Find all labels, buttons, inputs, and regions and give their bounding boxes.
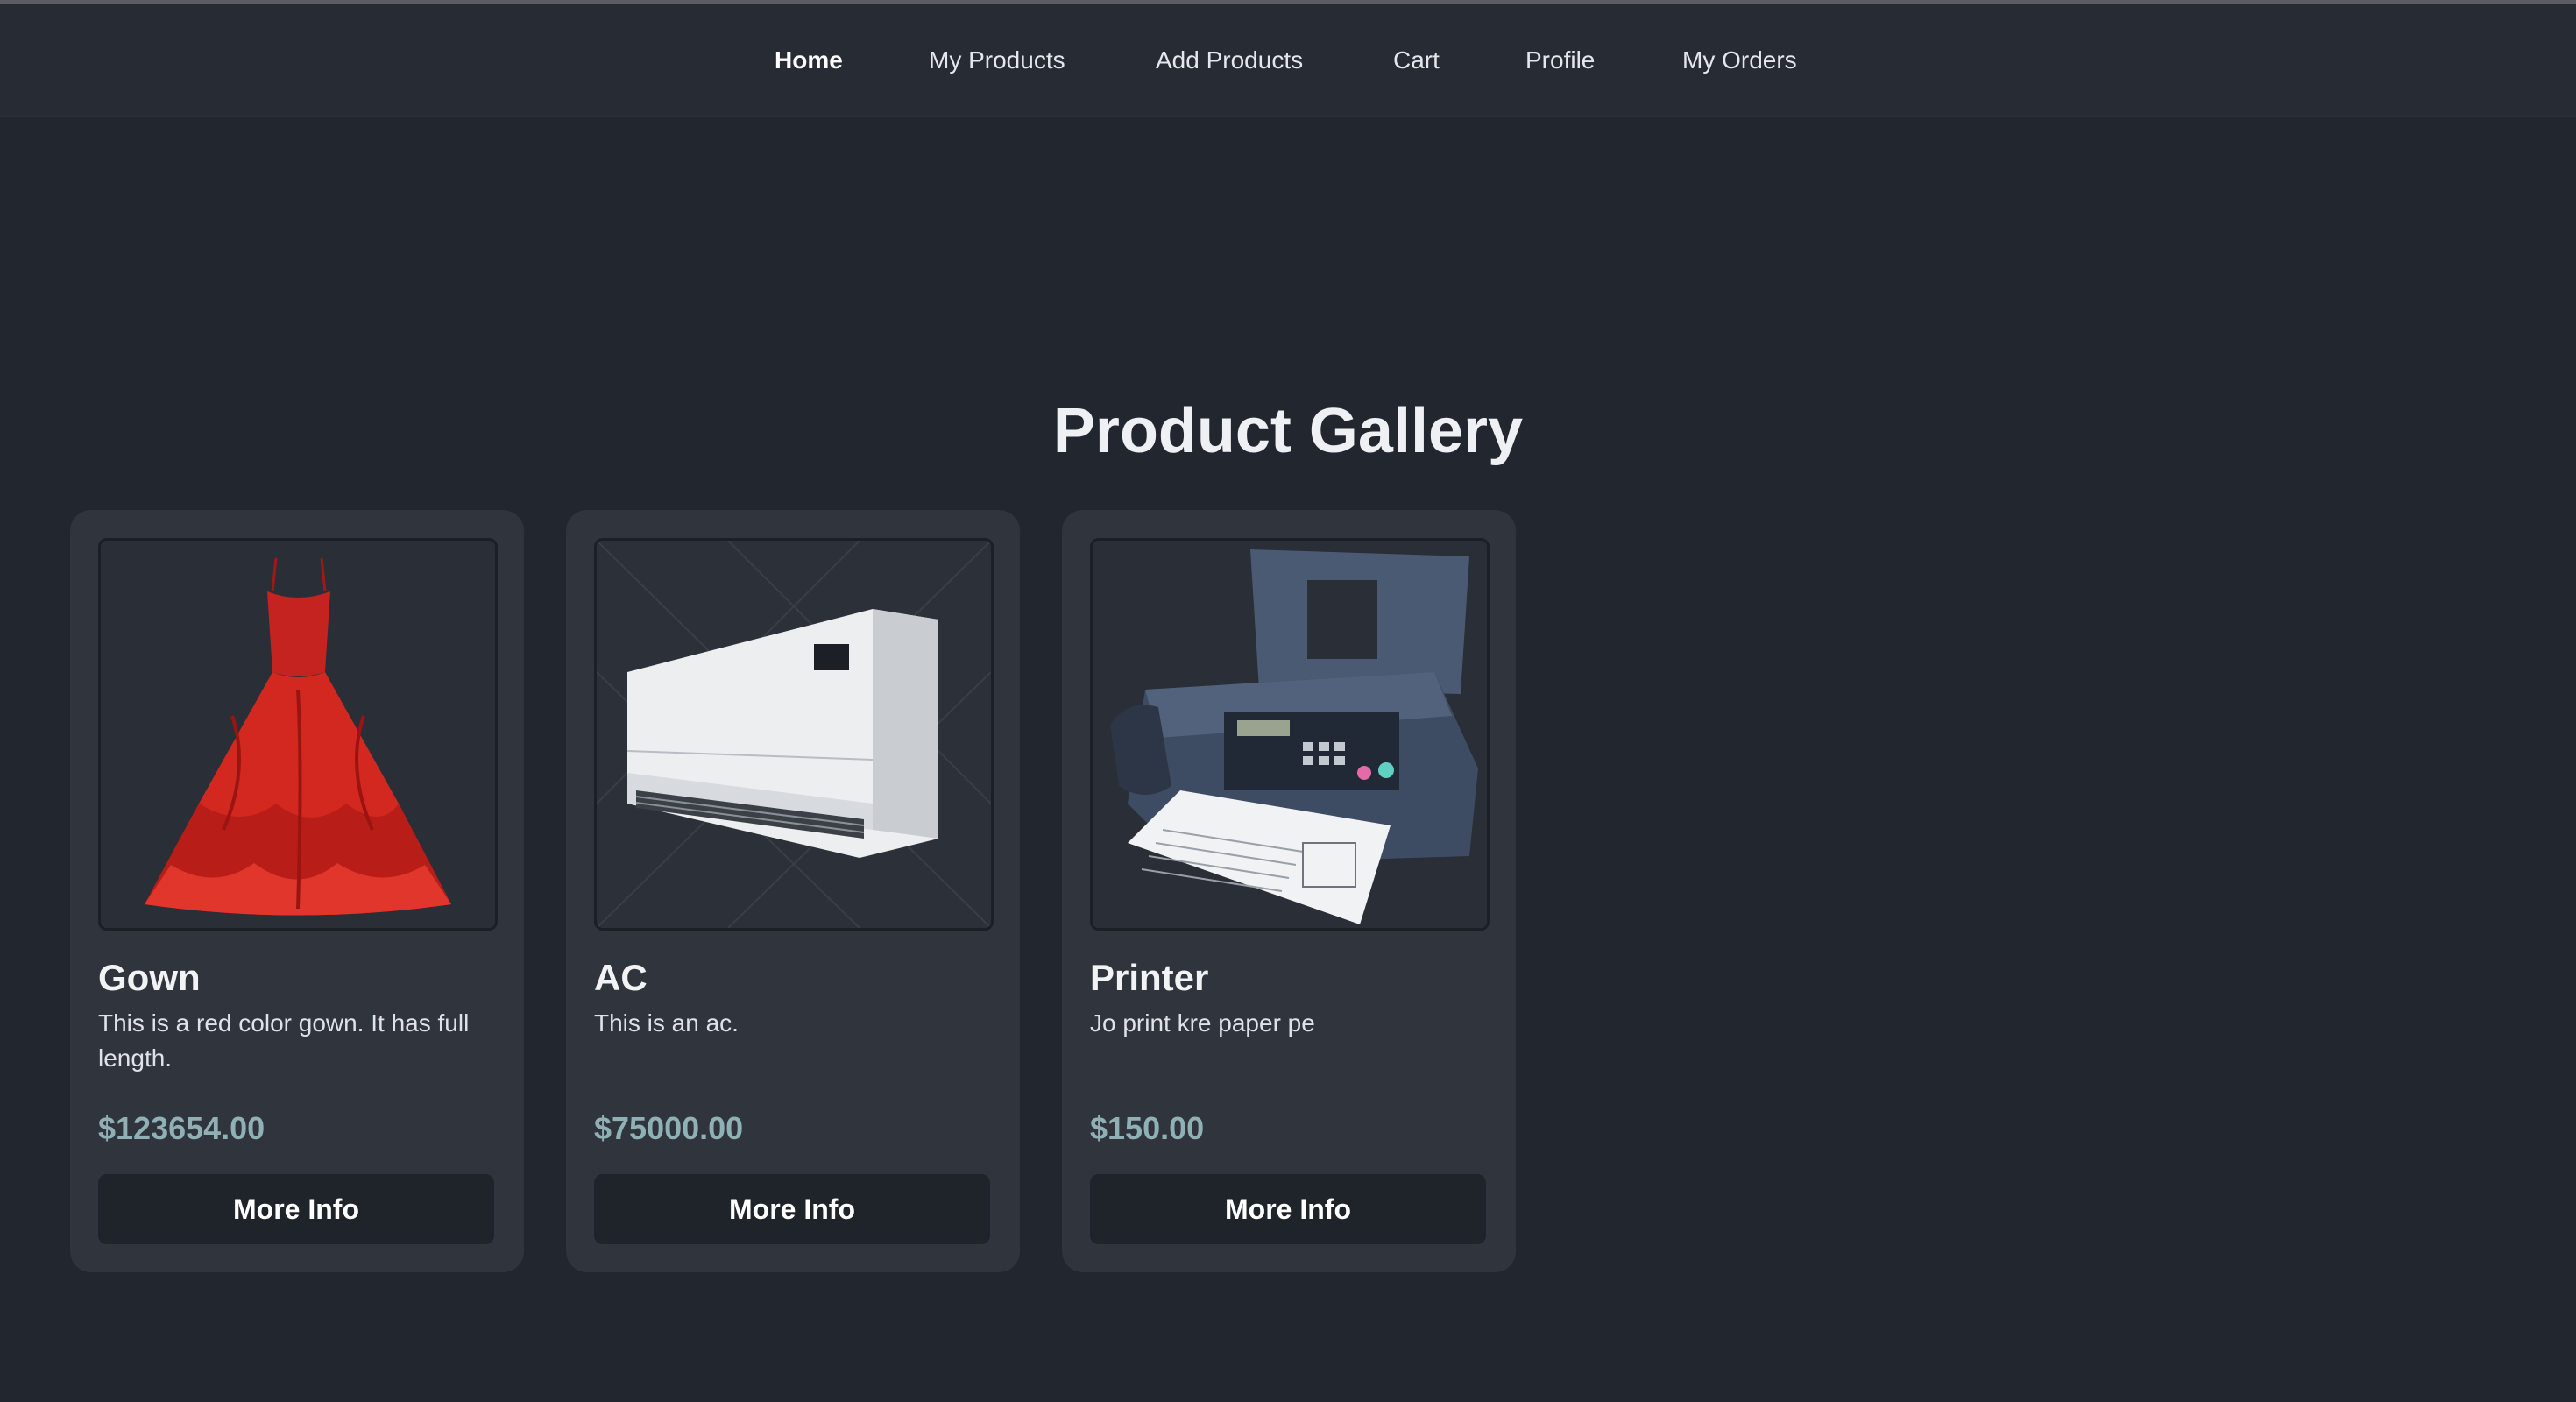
product-description: This is a red color gown. It has full le…: [98, 1009, 470, 1072]
product-description: Jo print kre paper pe: [1090, 1009, 1315, 1037]
product-name: Printer: [1090, 957, 1209, 998]
red-gown-image: [101, 541, 495, 928]
product-image-printer[interactable]: [1090, 538, 1490, 931]
product-image-ac[interactable]: [594, 538, 994, 931]
air-conditioner-image: [597, 541, 991, 928]
nav-link-my-products[interactable]: My Products: [929, 46, 1065, 75]
product-card-printer: Printer Jo print kre paper pe $150.00 Mo…: [1062, 510, 1516, 1272]
product-card-ac: AC This is an ac. $75000.00 More Info: [566, 510, 1020, 1272]
product-price: $75000.00: [594, 1110, 744, 1146]
nav-link-my-orders[interactable]: My Orders: [1682, 46, 1797, 75]
product-price: $150.00: [1090, 1110, 1205, 1146]
product-name: Gown: [98, 957, 201, 998]
top-navbar: Home My Products Add Products Cart Profi…: [0, 4, 2576, 117]
more-info-button-gown[interactable]: More Info: [98, 1174, 494, 1244]
nav-link-cart[interactable]: Cart: [1393, 46, 1440, 75]
product-name: AC: [594, 957, 648, 998]
product-description: This is an ac.: [594, 1009, 739, 1037]
nav-link-profile[interactable]: Profile: [1525, 46, 1595, 75]
fax-printer-image: [1093, 541, 1487, 928]
nav-link-home[interactable]: Home: [775, 46, 843, 75]
product-image-gown[interactable]: [98, 538, 498, 931]
product-card-gown: Gown This is a red color gown. It has fu…: [70, 510, 524, 1272]
more-info-button-printer[interactable]: More Info: [1090, 1174, 1486, 1244]
more-info-button-ac[interactable]: More Info: [594, 1174, 990, 1244]
page-title: Product Gallery: [1052, 396, 1524, 466]
nav-link-add-products[interactable]: Add Products: [1156, 46, 1303, 75]
product-price: $123654.00: [98, 1110, 265, 1146]
